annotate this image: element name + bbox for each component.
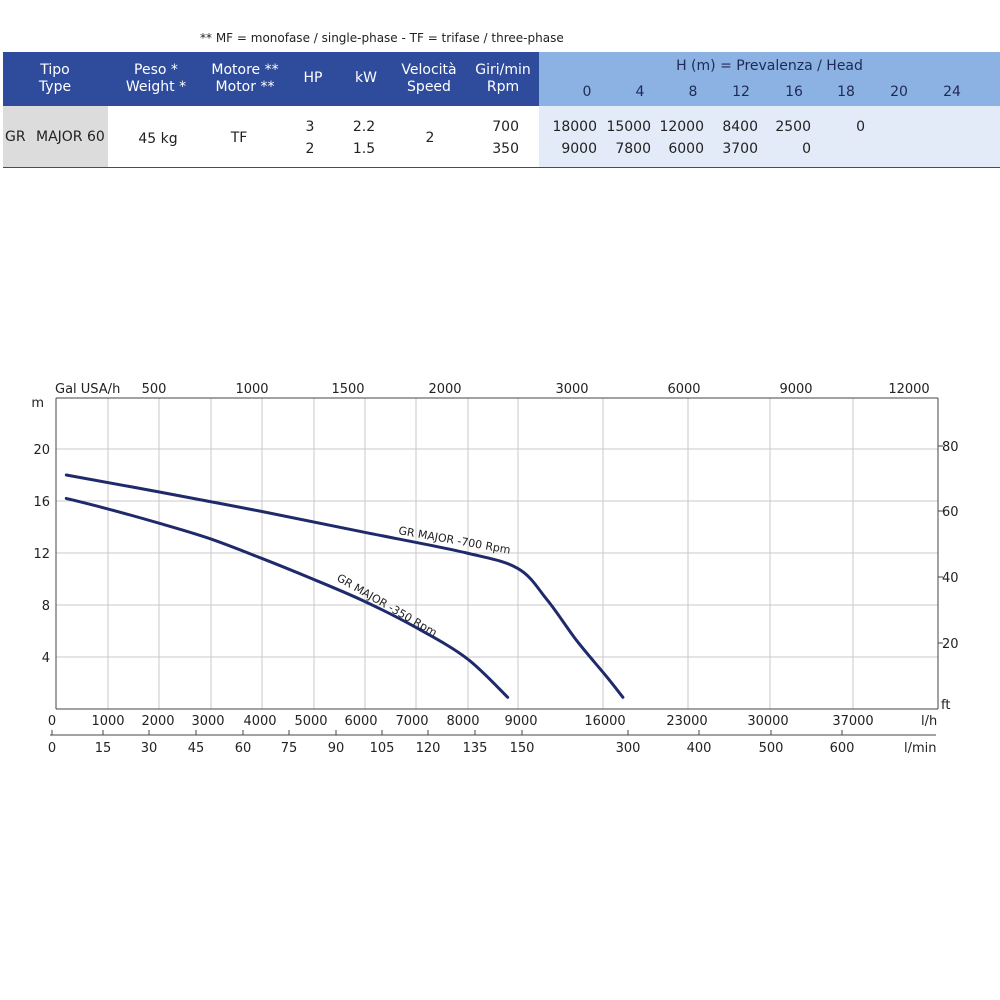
chart-curves: GR MAJOR -700 RpmGR MAJOR -350 Rpm [64, 473, 625, 699]
bottom-axis-lmin-tick: 150 [510, 741, 535, 756]
bottom-axis-lh-tick: 7000 [395, 714, 428, 729]
bottom-axis-lmin-unit: l/min [904, 741, 937, 756]
bottom-axis-lh-tick: 23000 [666, 714, 707, 729]
bottom-axis-lh-tick: 0 [48, 714, 56, 729]
bottom-axis-lh-tick: 8000 [446, 714, 479, 729]
top-axis-tick: 6000 [667, 382, 700, 397]
bottom-axis-lmin-tick: 60 [235, 741, 252, 756]
bottom-axis-lmin-tick: 300 [616, 741, 641, 756]
chart-ticks: m4812162020406080ftGal USA/h 500 1000 1500 2… [31, 382, 958, 756]
bottom-axis-lmin-tick: 15 [95, 741, 112, 756]
bottom-axis-lmin-tick: 75 [281, 741, 298, 756]
top-axis-tick: 500 [142, 382, 167, 397]
bottom-axis-lmin-tick: 135 [463, 741, 488, 756]
left-axis-tick: 20 [33, 443, 50, 458]
bottom-axis-lh-tick: 37000 [832, 714, 873, 729]
bottom-axis-lmin-tick: 30 [141, 741, 158, 756]
bottom-axis-lh-unit: l/h [921, 714, 937, 729]
bottom-axis-lh-tick: 6000 [344, 714, 377, 729]
bottom-axis-lmin-tick: 45 [188, 741, 205, 756]
left-axis-tick: 12 [33, 547, 50, 562]
top-axis-tick: 9000 [779, 382, 812, 397]
right-axis-tick: 20 [942, 637, 959, 652]
bottom-axis-lmin-tick: 105 [370, 741, 395, 756]
bottom-axis-lh-tick: 16000 [584, 714, 625, 729]
top-axis-unit: Gal USA/h [55, 382, 120, 397]
right-axis-unit: ft [941, 698, 950, 713]
left-axis-tick: 8 [42, 599, 50, 614]
bottom-axis-lmin-tick: 400 [687, 741, 712, 756]
bottom-axis-lmin-tick: 500 [759, 741, 784, 756]
bottom-axis-lh-tick: 3000 [191, 714, 224, 729]
right-axis-tick: 80 [942, 440, 959, 455]
top-axis-tick: 1000 [235, 382, 268, 397]
bottom-axis-lh-tick: 9000 [504, 714, 537, 729]
left-axis-unit: m [31, 396, 44, 411]
left-axis-tick: 16 [33, 495, 50, 510]
left-axis-tick: 4 [42, 651, 50, 666]
top-axis-tick: 2000 [428, 382, 461, 397]
top-axis-tick: 12000 [888, 382, 929, 397]
top-axis-tick: 3000 [555, 382, 588, 397]
bottom-axis-lh-tick: 2000 [141, 714, 174, 729]
bottom-axis-lmin-tick: 120 [416, 741, 441, 756]
top-axis-tick: 1500 [331, 382, 364, 397]
bottom-axis-lh-tick: 4000 [243, 714, 276, 729]
bottom-axis-lmin-tick: 600 [830, 741, 855, 756]
bottom-axis-lh-tick: 5000 [294, 714, 327, 729]
right-axis-tick: 40 [942, 571, 959, 586]
bottom-axis-lmin-tick: 90 [328, 741, 345, 756]
curve-350rpm [64, 496, 510, 699]
bottom-axis-lh-tick: 30000 [747, 714, 788, 729]
bottom-axis-lh-tick: 1000 [91, 714, 124, 729]
pump-curve-chart: m4812162020406080ftGal USA/h 500 1000 1500 2… [31, 382, 958, 756]
bottom-axis-lmin-tick: 0 [48, 741, 56, 756]
right-axis-tick: 60 [942, 505, 959, 520]
